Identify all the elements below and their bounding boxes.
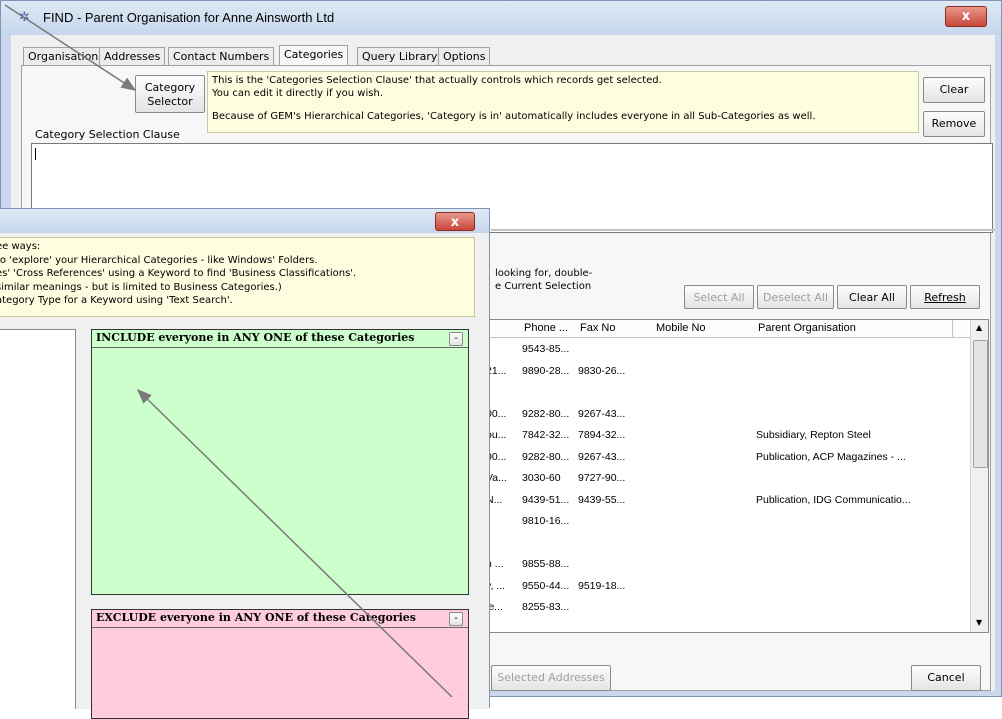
annotation-arrows: [4, 4, 453, 697]
arrow-to-category-selector: [4, 4, 137, 91]
arrow-to-include-list: [136, 388, 453, 697]
